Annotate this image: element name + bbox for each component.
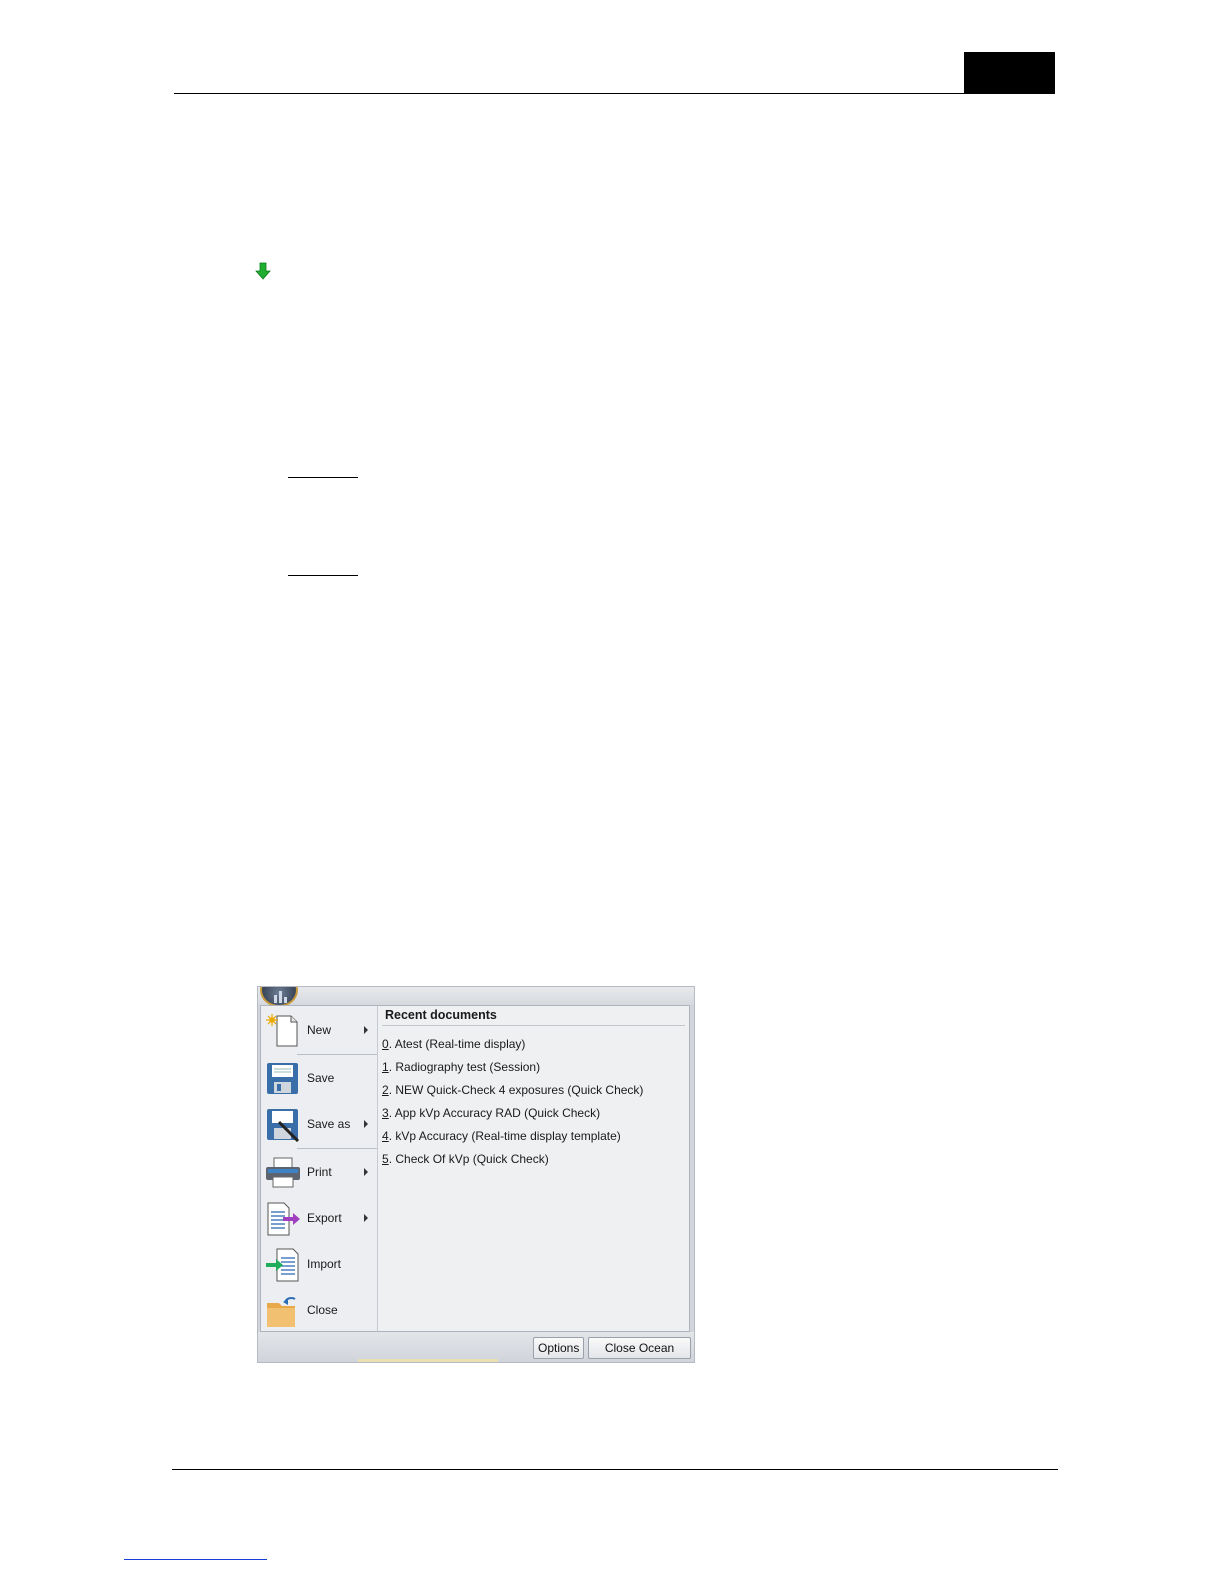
background-window-strip [358,1359,498,1362]
export-document-icon [267,1202,300,1236]
recent-document-label: . Atest (Real-time display) [388,1037,526,1051]
recent-documents-pane: Recent documents 0. Atest (Real-time dis… [378,1006,689,1331]
printer-icon [266,1157,300,1188]
menu-item-export[interactable]: Export [261,1196,378,1242]
recent-document-label: . NEW Quick-Check 4 exposures (Quick Che… [388,1083,644,1097]
recent-document-label: . Check Of kVp (Quick Check) [388,1152,549,1166]
new-document-icon [266,1014,298,1047]
import-document-icon [266,1248,299,1282]
recent-document-label: . kVp Accuracy (Real-time display templa… [388,1129,621,1143]
menu-item-save-as[interactable]: Save as [261,1102,378,1148]
recent-document-item[interactable]: 3. App kVp Accuracy RAD (Quick Check) [382,1106,600,1120]
recent-document-label: . App kVp Accuracy RAD (Quick Check) [388,1106,601,1120]
recent-document-number: 3 [382,1106,389,1120]
recent-document-item[interactable]: 2. NEW Quick-Check 4 exposures (Quick Ch… [382,1083,643,1097]
recent-document-number: 5 [382,1152,389,1166]
recent-document-item[interactable]: 5. Check Of kVp (Quick Check) [382,1152,549,1166]
header-rule [174,93,1055,94]
footer-rule [172,1469,1058,1470]
menu-item-new[interactable]: New [261,1008,378,1054]
menu-item-label: Import [307,1257,342,1271]
menu-separator [297,1054,377,1055]
floppy-disk-icon [267,1063,298,1094]
menu-item-label: Close [307,1303,338,1317]
menu-item-label: Save [307,1071,335,1085]
options-button[interactable]: Options [533,1337,584,1359]
recent-document-number: 0 [382,1037,389,1051]
application-menu-screenshot: New Save Save as Print Export Import Clo… [257,986,695,1363]
floppy-disk-pencil-icon [267,1109,300,1142]
recent-document-number: 2 [382,1083,389,1097]
menu-item-label: Print [307,1165,332,1179]
folder-close-icon [267,1296,296,1327]
title-strip [258,987,694,1005]
recent-document-label: . Radiography test (Session) [388,1060,541,1074]
recent-document-item[interactable]: 4. kVp Accuracy (Real-time display templ… [382,1129,621,1143]
footer-link-underline [124,1559,267,1560]
recent-documents-title: Recent documents [385,1008,497,1022]
close-application-button[interactable]: Close Ocean 2014 [588,1337,691,1362]
underline-mark [288,575,358,576]
menu-item-import[interactable]: Import [261,1242,378,1288]
menu-item-print[interactable]: Print [261,1150,378,1196]
menu-commands-pane: New Save Save as Print Export Import Clo… [261,1006,378,1331]
menu-separator [297,1148,377,1149]
submenu-arrow-icon [364,1120,368,1128]
menu-item-label: Save as [307,1117,351,1131]
submenu-arrow-icon [364,1214,368,1222]
menu-item-label: New [307,1023,332,1037]
recent-document-number: 4 [382,1129,389,1143]
menu-item-save[interactable]: Save [261,1056,378,1102]
recent-document-item[interactable]: 1. Radiography test (Session) [382,1060,540,1074]
green-down-arrow-icon [255,262,271,280]
recent-documents-rule [382,1025,685,1026]
recent-document-number: 1 [382,1060,389,1074]
recent-document-item[interactable]: 0. Atest (Real-time display) [382,1037,525,1051]
menu-item-close[interactable]: Close [261,1288,378,1334]
page-number-block [964,52,1055,94]
submenu-arrow-icon [364,1168,368,1176]
submenu-arrow-icon [364,1026,368,1034]
underline-mark [288,477,358,478]
menu-item-label: Export [307,1211,342,1225]
application-menu: New Save Save as Print Export Import Clo… [260,1005,690,1332]
